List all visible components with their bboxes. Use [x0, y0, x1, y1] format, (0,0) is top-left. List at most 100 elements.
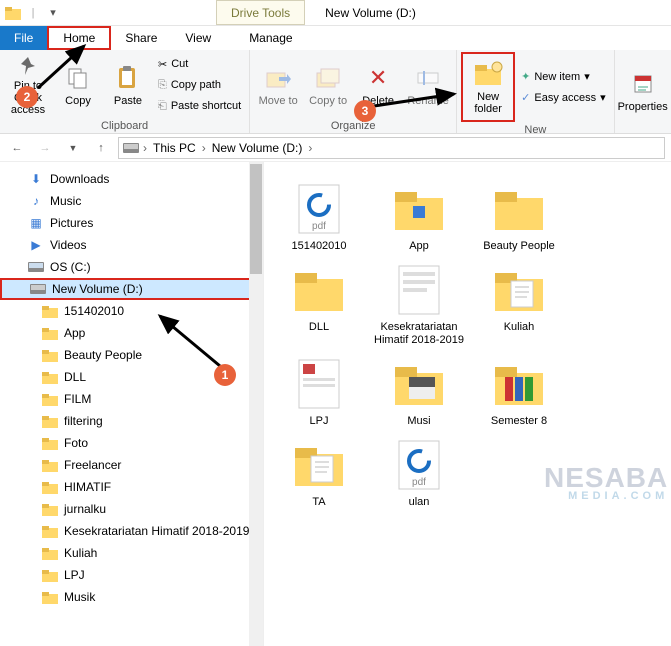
file-item[interactable]: App	[372, 180, 466, 253]
tree-music[interactable]: ♪Music	[0, 190, 263, 212]
easy-access-button[interactable]: ✓Easy access▾	[517, 88, 610, 108]
file-item[interactable]: DLL	[272, 261, 366, 347]
file-item[interactable]: TA	[272, 436, 366, 509]
file-item[interactable]: Semester 8	[472, 355, 566, 428]
folder-icon	[42, 369, 58, 385]
file-thumbnail	[283, 436, 355, 494]
chevron-right-icon[interactable]: ›	[200, 141, 208, 155]
new-folder-button[interactable]: New folder	[461, 52, 515, 122]
tab-share[interactable]: Share	[111, 26, 171, 50]
tree-subfolder[interactable]: HIMATIF	[0, 476, 263, 498]
file-thumbnail	[383, 180, 455, 238]
tree-subfolder[interactable]: LPJ	[0, 564, 263, 586]
file-name: TA	[312, 496, 325, 509]
tree-os-c[interactable]: OS (C:)	[0, 256, 263, 278]
tree-label: DLL	[64, 370, 86, 384]
easyaccess-icon: ✓	[521, 91, 530, 104]
tree-label: Downloads	[50, 172, 109, 186]
tree-label: App	[64, 326, 85, 340]
copypath-icon: ⎘	[158, 79, 167, 92]
tree-subfolder[interactable]: jurnalku	[0, 498, 263, 520]
tree-label: Beauty People	[64, 348, 142, 362]
open-group-label	[615, 131, 671, 133]
file-name: DLL	[309, 321, 329, 334]
nav-forward-button[interactable]: →	[34, 137, 56, 159]
tree-label: Musik	[64, 590, 95, 604]
annotation-arrow	[372, 84, 462, 114]
properties-button[interactable]: Properties	[619, 58, 667, 124]
crumb-volume[interactable]: New Volume (D:)	[210, 141, 305, 155]
chevron-right-icon[interactable]: ›	[141, 141, 149, 155]
file-name: Kesekratariatan Himatif 2018-2019	[374, 321, 464, 347]
breadcrumb[interactable]: › This PC › New Volume (D:) ›	[118, 137, 665, 159]
tree-label: filtering	[64, 414, 103, 428]
file-item[interactable]: pdfulan	[372, 436, 466, 509]
file-item[interactable]: Kuliah	[472, 261, 566, 347]
pictures-icon: ▦	[28, 215, 44, 231]
tree-subfolder[interactable]: Kuliah	[0, 542, 263, 564]
tree-videos[interactable]: ▶Videos	[0, 234, 263, 256]
titlebar: | ▾ Drive Tools New Volume (D:)	[0, 0, 671, 26]
tree-subfolder[interactable]: Freelancer	[0, 454, 263, 476]
paste-shortcut-button[interactable]: ⎗Paste shortcut	[154, 96, 245, 116]
file-thumbnail	[483, 180, 555, 238]
videos-icon: ▶	[28, 237, 44, 253]
quick-access-toolbar: | ▾	[0, 0, 66, 25]
organize-group-label: Organize	[250, 120, 456, 134]
nav-up-button[interactable]: ↑	[90, 137, 112, 159]
address-bar: ← → ▼ ↑ › This PC › New Volume (D:) ›	[0, 134, 671, 162]
file-name: Beauty People	[483, 240, 555, 253]
folder-icon	[42, 413, 58, 429]
drive-icon	[28, 259, 44, 275]
properties-icon	[628, 69, 658, 99]
tree-pictures[interactable]: ▦ Pictures	[0, 212, 263, 234]
window-title: New Volume (D:)	[325, 6, 416, 20]
tree-label: Kesekratariatan Himatif 2018-2019	[64, 524, 249, 538]
crumb-this-pc[interactable]: This PC	[151, 141, 198, 155]
folder-icon	[42, 545, 58, 561]
tree-subfolder[interactable]: Musik	[0, 586, 263, 608]
file-item[interactable]: Kesekratariatan Himatif 2018-2019	[372, 261, 466, 347]
tab-view[interactable]: View	[171, 26, 225, 50]
file-thumbnail	[383, 261, 455, 319]
moveto-icon	[263, 63, 293, 93]
folder-icon	[42, 567, 58, 583]
file-item[interactable]: Musi	[372, 355, 466, 428]
copy-to-button[interactable]: Copy to	[304, 52, 352, 118]
file-item[interactable]: Beauty People	[472, 180, 566, 253]
main-area: ⬇Downloads ♪Music ▦ Pictures ▶Videos OS (…	[0, 162, 671, 646]
folder-icon	[42, 347, 58, 363]
newitem-icon: ✦	[521, 70, 530, 83]
tree-label: Kuliah	[64, 546, 97, 560]
newitem-label: New item	[534, 71, 580, 83]
move-to-button[interactable]: Move to	[254, 52, 302, 118]
new-item-button[interactable]: ✦New item▾	[517, 67, 610, 87]
chevron-down-icon: ▾	[600, 91, 606, 104]
file-thumbnail	[383, 355, 455, 413]
paste-button[interactable]: Paste	[104, 52, 152, 118]
file-name: ulan	[409, 496, 430, 509]
file-item[interactable]: LPJ	[272, 355, 366, 428]
nav-back-button[interactable]: ←	[6, 137, 28, 159]
cut-icon: ✂	[158, 58, 167, 71]
tree-scrollbar[interactable]	[249, 162, 263, 646]
tree-subfolder[interactable]: FILM	[0, 388, 263, 410]
tree-subfolder[interactable]: Kesekratariatan Himatif 2018-2019	[0, 520, 263, 542]
chevron-right-icon[interactable]: ›	[306, 141, 314, 155]
nav-history-button[interactable]: ▼	[62, 137, 84, 159]
tree-subfolder[interactable]: filtering	[0, 410, 263, 432]
tree-new-volume-d[interactable]: New Volume (D:)	[0, 278, 263, 300]
paste-label: Paste	[114, 95, 142, 107]
copy-path-button[interactable]: ⎘Copy path	[154, 75, 245, 95]
dropdown-icon[interactable]: ▾	[44, 4, 62, 22]
file-item[interactable]: pdf151402010	[272, 180, 366, 253]
cut-button[interactable]: ✂Cut	[154, 54, 245, 74]
clipboard-group-label: Clipboard	[0, 120, 249, 134]
tree-subfolder[interactable]: Foto	[0, 432, 263, 454]
tree-label: Pictures	[50, 216, 93, 230]
tab-manage[interactable]: Manage	[235, 26, 306, 50]
tree-downloads[interactable]: ⬇Downloads	[0, 168, 263, 190]
group-open: Properties	[615, 50, 671, 133]
folder-icon	[42, 325, 58, 341]
scrollbar-thumb[interactable]	[250, 164, 262, 274]
